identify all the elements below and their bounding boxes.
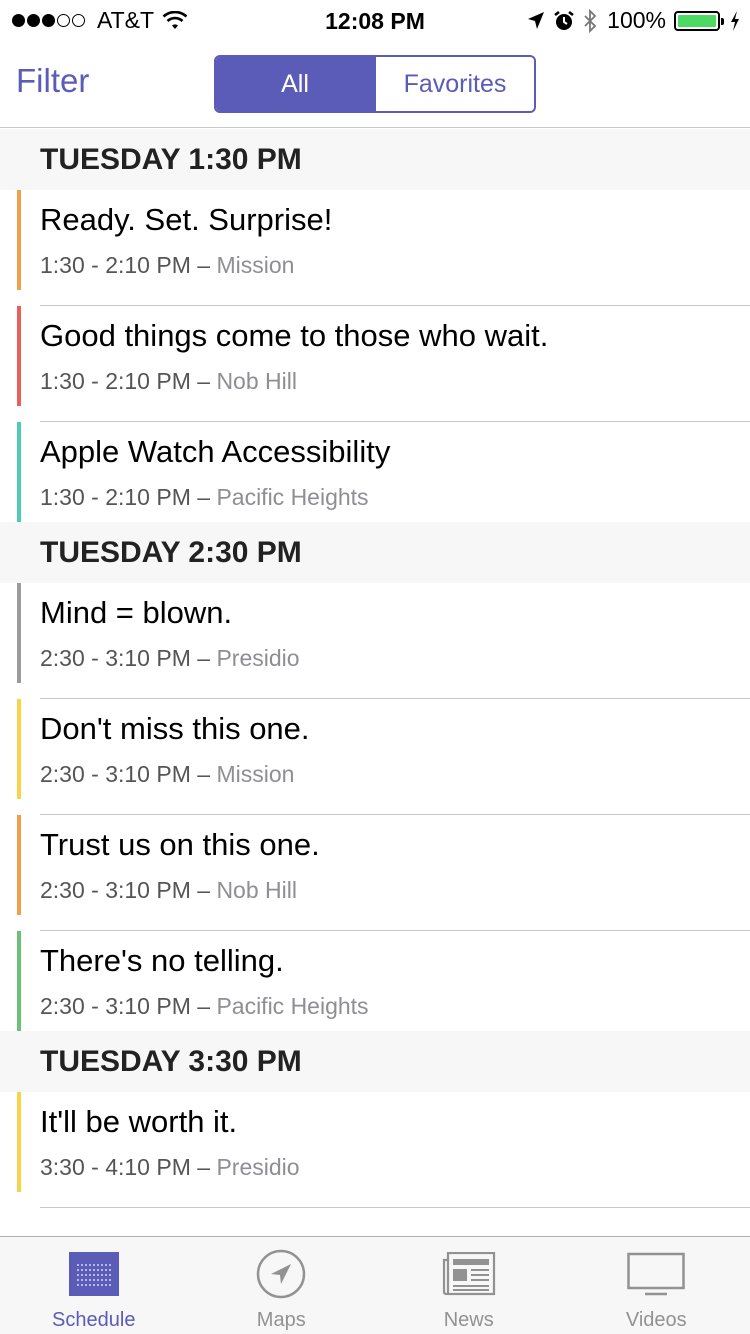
- session-time: 3:30 - 4:10 PM –: [40, 1154, 211, 1180]
- track-color-bar: [17, 583, 21, 683]
- tab-schedule[interactable]: Schedule: [0, 1237, 188, 1334]
- session-room: Presidio: [216, 645, 300, 671]
- session-subtitle: 1:30 - 2:10 PM – Mission: [40, 252, 294, 279]
- bluetooth-icon: [584, 8, 597, 33]
- session-room: Nob Hill: [216, 368, 297, 394]
- segment-favorites[interactable]: Favorites: [374, 57, 534, 111]
- session-room: Mission: [216, 252, 295, 278]
- session-row[interactable]: Apple Watch Accessibility 1:30 - 2:10 PM…: [0, 422, 750, 522]
- tab-bar: Schedule Maps News Videos: [0, 1236, 750, 1334]
- session-room: Pacific Heights: [216, 993, 369, 1019]
- session-time: 2:30 - 3:10 PM –: [40, 877, 211, 903]
- calendar-grid-icon: [68, 1252, 119, 1296]
- session-room: Nob Hill: [216, 877, 297, 903]
- session-room: Pacific Heights: [216, 484, 369, 510]
- session-row[interactable]: Good things come to those who wait. 1:30…: [0, 306, 750, 422]
- session-subtitle: 3:30 - 4:10 PM – Presidio: [40, 1154, 300, 1181]
- session-row[interactable]: Don't miss this one. 2:30 - 3:10 PM – Mi…: [0, 699, 750, 815]
- filter-button[interactable]: Filter: [16, 62, 89, 100]
- compass-arrow-icon: [257, 1249, 306, 1299]
- session-title: It'll be worth it.: [40, 1104, 238, 1139]
- session-row[interactable]: There's no telling. 2:30 - 3:10 PM – Pac…: [0, 931, 750, 1031]
- session-row[interactable]: It'll be worth it. 3:30 - 4:10 PM – Pres…: [0, 1092, 750, 1208]
- session-title: Mind = blown.: [40, 595, 233, 630]
- status-bar: AT&T 12:08 PM 100%: [0, 0, 750, 40]
- tab-label: Schedule: [52, 1309, 136, 1331]
- track-color-bar: [17, 815, 21, 915]
- session-subtitle: 2:30 - 3:10 PM – Mission: [40, 761, 294, 788]
- session-time: 2:30 - 3:10 PM –: [40, 993, 211, 1019]
- session-title: Trust us on this one.: [40, 827, 320, 862]
- battery-icon: [674, 10, 724, 31]
- session-title: Don't miss this one.: [40, 711, 310, 746]
- track-color-bar: [17, 699, 21, 799]
- session-room: Mission: [216, 761, 295, 787]
- section-header: TUESDAY 1:30 PM: [0, 129, 750, 190]
- tab-videos[interactable]: Videos: [563, 1237, 750, 1334]
- row-divider: [40, 1207, 750, 1208]
- charging-bolt-icon: [731, 10, 739, 31]
- tv-icon: [627, 1252, 685, 1296]
- segmented-control: All Favorites: [214, 55, 536, 113]
- session-time: 1:30 - 2:10 PM –: [40, 252, 211, 278]
- session-row[interactable]: Mind = blown. 2:30 - 3:10 PM – Presidio: [0, 583, 750, 699]
- session-title: Good things come to those who wait.: [40, 318, 549, 353]
- track-color-bar: [17, 931, 21, 1031]
- track-color-bar: [17, 422, 21, 522]
- session-row[interactable]: Trust us on this one. 2:30 - 3:10 PM – N…: [0, 815, 750, 931]
- session-time: 2:30 - 3:10 PM –: [40, 761, 211, 787]
- battery-tip: [721, 17, 724, 25]
- session-subtitle: 1:30 - 2:10 PM – Nob Hill: [40, 368, 297, 395]
- tab-news[interactable]: News: [375, 1237, 563, 1334]
- session-subtitle: 1:30 - 2:10 PM – Pacific Heights: [40, 484, 369, 511]
- track-color-bar: [17, 306, 21, 406]
- location-arrow-icon: [528, 11, 545, 29]
- session-time: 1:30 - 2:10 PM –: [40, 484, 211, 510]
- session-room: Presidio: [216, 1154, 300, 1180]
- newspaper-icon: [442, 1252, 495, 1296]
- alarm-icon: [554, 10, 574, 30]
- session-subtitle: 2:30 - 3:10 PM – Pacific Heights: [40, 993, 369, 1020]
- track-color-bar: [17, 190, 21, 290]
- tab-label: Videos: [625, 1309, 687, 1331]
- tab-label: News: [443, 1309, 494, 1331]
- segment-all[interactable]: All: [216, 57, 374, 111]
- session-time: 1:30 - 2:10 PM –: [40, 368, 211, 394]
- session-subtitle: 2:30 - 3:10 PM – Presidio: [40, 645, 300, 672]
- section-header: TUESDAY 2:30 PM: [0, 522, 750, 583]
- tab-label: Maps: [256, 1309, 306, 1331]
- tab-maps[interactable]: Maps: [188, 1237, 376, 1334]
- status-right: 100%: [519, 7, 740, 34]
- session-subtitle: 2:30 - 3:10 PM – Nob Hill: [40, 877, 297, 904]
- schedule-list[interactable]: TUESDAY 1:30 PM Ready. Set. Surprise! 1:…: [0, 129, 750, 1208]
- section-header: TUESDAY 3:30 PM: [0, 1031, 750, 1092]
- session-row[interactable]: Ready. Set. Surprise! 1:30 - 2:10 PM – M…: [0, 190, 750, 306]
- session-time: 2:30 - 3:10 PM –: [40, 645, 211, 671]
- navigation-bar: Filter All Favorites: [0, 40, 750, 128]
- battery-fill: [678, 14, 716, 27]
- session-title: There's no telling.: [40, 943, 284, 978]
- track-color-bar: [17, 1092, 21, 1192]
- battery-percentage: 100%: [607, 7, 666, 33]
- session-title: Ready. Set. Surprise!: [40, 202, 333, 237]
- session-title: Apple Watch Accessibility: [40, 434, 391, 469]
